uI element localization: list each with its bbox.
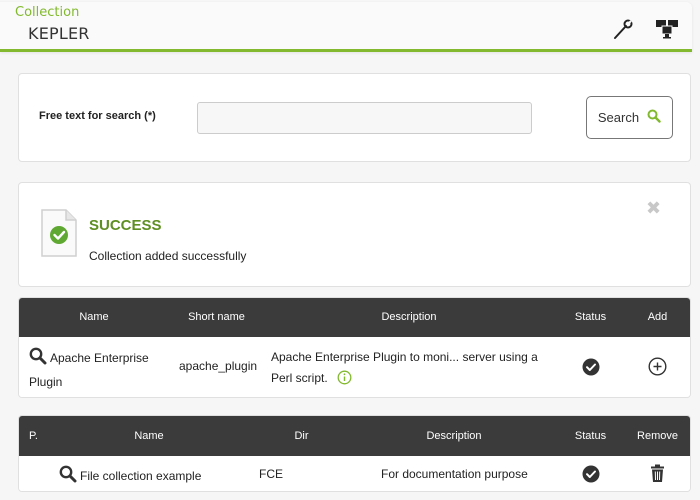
wrench-icon[interactable]: [611, 18, 635, 40]
search-panel: Free text for search (*) Search: [18, 73, 691, 162]
plugins-table: Name Short name Description Status Add A…: [18, 297, 691, 398]
notice-message: Collection added successfully: [89, 249, 247, 263]
table-header: Name Short name Description Status Add: [19, 298, 690, 337]
status-ok-icon: [582, 358, 600, 379]
info-icon[interactable]: [337, 370, 352, 392]
column-header-description: Description: [381, 311, 437, 323]
search-icon[interactable]: [29, 347, 47, 372]
notice-title: SUCCESS: [89, 217, 162, 234]
column-header-dir: Dir: [294, 430, 309, 442]
add-icon[interactable]: [648, 357, 667, 379]
column-header-p: P.: [29, 430, 38, 442]
search-icon: [647, 109, 661, 126]
column-header-remove: Remove: [637, 430, 678, 442]
collection-name[interactable]: File collection example: [59, 465, 201, 486]
column-header-name: Name: [134, 430, 164, 442]
trash-icon[interactable]: [650, 464, 665, 486]
column-header-name: Name: [79, 311, 109, 323]
header-subtitle: Collection: [15, 5, 80, 20]
column-header-add: Add: [647, 311, 668, 323]
collections-table: P. Name Dir Description Status Remove Fi…: [18, 415, 691, 492]
collection-description: For documentation purpose: [381, 467, 528, 481]
table-header: P. Name Dir Description Status Remove: [19, 416, 690, 456]
table-row: Apache Enterprise Plugin apache_plugin A…: [19, 337, 690, 397]
search-input[interactable]: [197, 102, 532, 134]
description-line2: Perl script.: [271, 371, 328, 385]
column-header-short-name: Short name: [188, 311, 245, 323]
column-header-description: Description: [426, 430, 482, 442]
plugin-name[interactable]: Apache Enterprise Plugin: [29, 347, 169, 393]
search-label: Free text for search (*): [39, 110, 156, 122]
page-title: KEPLER: [28, 24, 90, 43]
status-ok-icon: [582, 465, 600, 486]
search-button-label: Search: [597, 110, 640, 125]
collection-dir: FCE: [259, 467, 283, 481]
network-icon[interactable]: [655, 18, 679, 40]
plugin-name-line1: Apache Enterprise: [50, 351, 149, 365]
collection-name-text: File collection example: [80, 469, 202, 483]
close-icon[interactable]: ✖: [646, 200, 661, 218]
plugin-description: Apache Enterprise Plugin to moni... serv…: [271, 347, 561, 392]
plugin-short-name: apache_plugin: [179, 359, 258, 373]
search-button[interactable]: Search: [586, 96, 673, 139]
description-line1: Apache Enterprise Plugin to moni... serv…: [271, 350, 538, 364]
document-check-icon: [41, 209, 77, 257]
column-header-status: Status: [574, 311, 607, 323]
column-header-status: Status: [574, 430, 607, 442]
plugin-name-line2: Plugin: [29, 375, 63, 389]
page-header: Collection KEPLER: [0, 2, 692, 52]
search-icon[interactable]: [59, 465, 77, 486]
table-row: File collection example FCE For document…: [19, 456, 690, 491]
success-notice: SUCCESS Collection added successfully ✖: [18, 182, 691, 287]
